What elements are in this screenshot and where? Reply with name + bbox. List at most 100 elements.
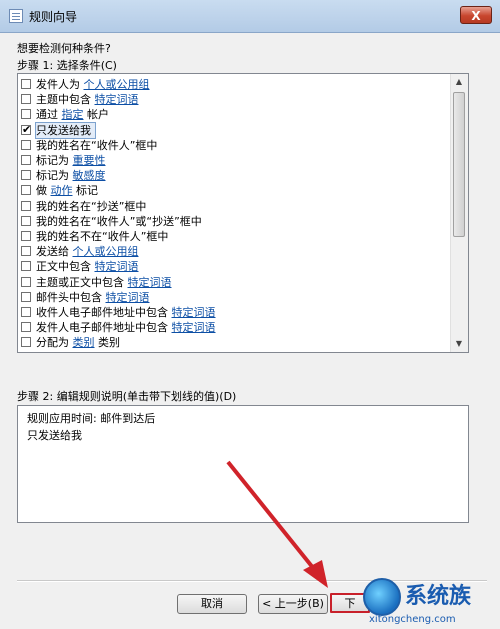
rule-description-box[interactable]: 规则应用时间: 邮件到达后 只发送给我 bbox=[17, 405, 469, 523]
condition-label: 我的姓名在“收件人”或“抄送”框中 bbox=[36, 214, 206, 229]
condition-link[interactable]: 特定词语 bbox=[95, 260, 139, 273]
condition-text: 做 bbox=[36, 184, 51, 198]
condition-link[interactable]: 特定词语 bbox=[106, 291, 150, 304]
condition-label: 发送给 个人或公用组 bbox=[36, 244, 143, 259]
condition-label: 主题中包含 特定词语 bbox=[36, 92, 143, 107]
condition-item[interactable]: 我的姓名在“收件人”或“抄送”框中 bbox=[19, 214, 451, 229]
condition-text: 标记 bbox=[72, 184, 98, 198]
question-label: 想要检测何种条件? bbox=[17, 42, 111, 55]
condition-item[interactable]: 邮件头中包含 特定词语 bbox=[19, 290, 451, 305]
condition-text: 发件人电子邮件地址中包含 bbox=[36, 321, 172, 335]
condition-checkbox[interactable] bbox=[21, 109, 31, 120]
scroll-down-icon[interactable]: ▼ bbox=[451, 336, 467, 352]
condition-checkbox[interactable] bbox=[21, 185, 31, 196]
condition-checkbox[interactable] bbox=[21, 261, 31, 272]
condition-item[interactable]: 分配为 类别 类别 bbox=[19, 335, 451, 350]
condition-item[interactable]: 发件人电子邮件地址中包含 特定词语 bbox=[19, 320, 451, 335]
back-button[interactable]: < 上一步(B) bbox=[258, 594, 328, 614]
condition-item[interactable]: 我的姓名在“收件人”框中 bbox=[19, 138, 451, 153]
condition-label: 分配为 类别 类别 bbox=[36, 335, 124, 350]
condition-text: 我的姓名在“收件人”或“抄送”框中 bbox=[36, 214, 202, 228]
condition-link[interactable]: 特定词语 bbox=[128, 276, 172, 289]
watermark-url: xitongcheng.com bbox=[369, 614, 456, 625]
condition-text: 标记为 bbox=[36, 169, 73, 183]
condition-link[interactable]: 动作 bbox=[51, 184, 73, 197]
globe-logo-icon bbox=[363, 578, 401, 616]
scroll-up-icon[interactable]: ▲ bbox=[451, 74, 467, 90]
condition-item[interactable]: 标记为 敏感度 bbox=[19, 168, 451, 183]
condition-checkbox[interactable] bbox=[21, 200, 31, 211]
condition-label: 我的姓名在“收件人”框中 bbox=[36, 138, 161, 153]
condition-checkbox[interactable] bbox=[21, 246, 31, 257]
condition-checkbox[interactable] bbox=[21, 337, 31, 348]
condition-checkbox[interactable] bbox=[21, 322, 31, 333]
site-watermark: 系统族 xitongcheng.com bbox=[355, 575, 500, 629]
condition-checkbox[interactable] bbox=[21, 79, 31, 89]
condition-item[interactable]: 做 动作 标记 bbox=[19, 183, 451, 198]
condition-item[interactable]: 主题中包含 特定词语 bbox=[19, 92, 451, 107]
condition-checkbox[interactable] bbox=[21, 122, 31, 137]
window-title: 规则向导 bbox=[29, 10, 78, 24]
condition-text: 正文中包含 bbox=[36, 260, 95, 274]
condition-label: 标记为 敏感度 bbox=[36, 168, 110, 183]
condition-item[interactable]: 我的姓名不在“收件人”框中 bbox=[19, 229, 451, 244]
condition-item[interactable]: 只发送给我 bbox=[19, 121, 451, 139]
condition-label: 标记为 重要性 bbox=[36, 153, 110, 168]
vertical-scrollbar[interactable]: ▲ ▼ bbox=[450, 74, 468, 352]
title-bar: 规则向导 X bbox=[0, 0, 500, 33]
condition-link[interactable]: 个人或公用组 bbox=[73, 245, 139, 258]
condition-link[interactable]: 重要性 bbox=[73, 154, 106, 167]
condition-text: 帐户 bbox=[83, 108, 109, 122]
condition-item[interactable]: 发送给 个人或公用组 bbox=[19, 244, 451, 259]
condition-checkbox[interactable] bbox=[21, 155, 31, 165]
description-line: 规则应用时间: 邮件到达后 bbox=[27, 412, 156, 425]
condition-checkbox[interactable] bbox=[21, 231, 31, 241]
condition-link[interactable]: 特定词语 bbox=[172, 306, 216, 319]
condition-text: 邮件头中包含 bbox=[36, 290, 106, 304]
condition-checkbox[interactable] bbox=[21, 215, 31, 226]
condition-checkbox[interactable] bbox=[21, 291, 31, 302]
condition-item[interactable]: 我的姓名在“抄送”框中 bbox=[19, 199, 451, 214]
condition-text: 发送给 bbox=[36, 245, 73, 259]
step2-label: 步骤 2: 编辑规则说明(单击带下划线的值)(D) bbox=[17, 390, 237, 403]
window-icon bbox=[9, 9, 23, 23]
close-button[interactable]: X bbox=[460, 6, 492, 24]
condition-label: 收件人电子邮件地址中包含 特定词语 bbox=[36, 305, 220, 320]
condition-checkbox[interactable] bbox=[21, 276, 31, 287]
condition-label: 邮件头中包含 特定词语 bbox=[36, 290, 154, 305]
condition-link[interactable]: 特定词语 bbox=[172, 321, 216, 334]
condition-label: 我的姓名不在“收件人”框中 bbox=[36, 229, 172, 244]
cancel-button[interactable]: 取消 bbox=[177, 594, 247, 614]
condition-text: 类别 bbox=[94, 336, 120, 350]
condition-text: 分配为 bbox=[36, 336, 73, 350]
scroll-thumb[interactable] bbox=[453, 92, 465, 237]
condition-item[interactable]: 正文中包含 特定词语 bbox=[19, 259, 451, 274]
condition-link[interactable]: 特定词语 bbox=[95, 93, 139, 106]
watermark-brand: 系统族 bbox=[405, 584, 472, 609]
condition-link[interactable]: 敏感度 bbox=[73, 169, 106, 182]
condition-checkbox[interactable] bbox=[21, 139, 31, 150]
step1-label: 步骤 1: 选择条件(C) bbox=[17, 59, 117, 72]
condition-item[interactable]: 通过 指定 帐户 bbox=[19, 107, 451, 122]
condition-link[interactable]: 类别 bbox=[73, 336, 95, 349]
condition-link[interactable]: 指定 bbox=[62, 108, 84, 121]
condition-item[interactable]: 发件人为 个人或公用组 bbox=[19, 77, 451, 92]
condition-checkbox[interactable] bbox=[21, 307, 31, 317]
condition-label: 通过 指定 帐户 bbox=[36, 107, 113, 122]
condition-checkbox[interactable] bbox=[21, 94, 31, 105]
condition-item[interactable]: 主题或正文中包含 特定词语 bbox=[19, 275, 451, 290]
condition-label: 正文中包含 特定词语 bbox=[36, 259, 143, 274]
condition-checkbox[interactable] bbox=[21, 170, 31, 181]
conditions-listbox[interactable]: 发件人为 个人或公用组主题中包含 特定词语通过 指定 帐户只发送给我我的姓名在“… bbox=[17, 73, 469, 353]
condition-text: 标记为 bbox=[36, 154, 73, 167]
condition-text: 通过 bbox=[36, 108, 62, 122]
condition-label: 主题或正文中包含 特定词语 bbox=[36, 275, 176, 290]
condition-item[interactable]: 标记为 重要性 bbox=[19, 153, 451, 168]
condition-label: 我的姓名在“抄送”框中 bbox=[36, 199, 150, 214]
condition-label: 做 动作 标记 bbox=[36, 183, 102, 198]
condition-link[interactable]: 个人或公用组 bbox=[84, 78, 150, 91]
condition-label: 发件人为 个人或公用组 bbox=[36, 77, 154, 92]
condition-text: 我的姓名在“抄送”框中 bbox=[36, 199, 147, 213]
condition-item[interactable]: 收件人电子邮件地址中包含 特定词语 bbox=[19, 305, 451, 320]
description-line[interactable]: 只发送给我 bbox=[27, 427, 82, 443]
